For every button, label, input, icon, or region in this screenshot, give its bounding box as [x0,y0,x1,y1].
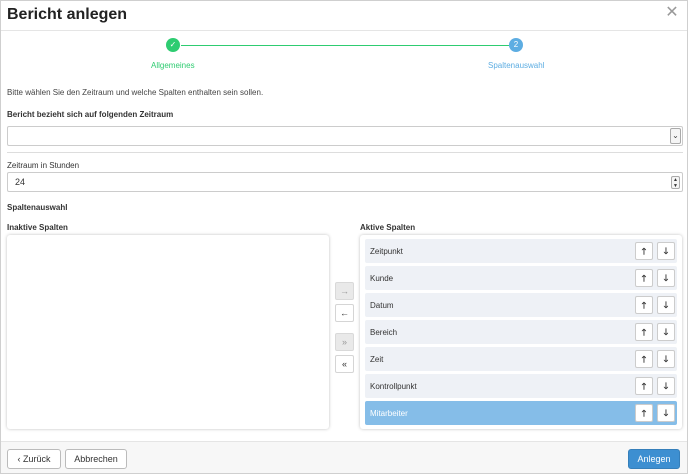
active-column-item-selected[interactable]: Mitarbeiter 🡑 🡓 [365,401,677,425]
column-item-label: Bereich [370,328,398,337]
column-item-label: Datum [370,301,394,310]
double-chevron-left-icon[interactable]: « [335,355,354,373]
arrow-down-icon[interactable]: 🡓 [657,242,675,260]
inactive-columns-list[interactable] [7,235,329,429]
chevron-down-icon[interactable]: ⌄ [670,128,681,144]
intro-text: Bitte wählen Sie den Zeitraum und welche… [7,88,264,97]
active-column-item[interactable]: Zeitpunkt 🡑 🡓 [365,239,677,263]
step-current-marker: 2 [509,38,523,52]
active-columns-list: Zeitpunkt 🡑 🡓 Kunde 🡑 🡓 Datum 🡑 🡓 Bereic… [360,235,682,429]
arrow-up-icon[interactable]: 🡑 [635,242,653,260]
arrow-up-icon[interactable]: 🡑 [635,296,653,314]
arrow-up-icon[interactable]: 🡑 [635,350,653,368]
dialog-header: Bericht anlegen ✕ [1,1,687,31]
hours-input[interactable] [7,172,683,192]
back-button[interactable]: ‹ Zurück [7,449,61,469]
hours-label: Zeitraum in Stunden [7,161,80,170]
arrow-down-icon[interactable]: 🡓 [657,296,675,314]
cancel-button[interactable]: Abbrechen [65,449,127,469]
close-icon[interactable]: ✕ [665,5,679,21]
inactive-columns-label: Inaktive Spalten [7,223,68,232]
columns-section-title: Spaltenauswahl [7,203,68,212]
arrow-down-icon[interactable]: 🡓 [657,404,675,422]
dialog-footer: ‹ Zurück Abbrechen Anlegen [1,441,687,473]
active-column-item[interactable]: Kontrollpunkt 🡑 🡓 [365,374,677,398]
active-column-item[interactable]: Datum 🡑 🡓 [365,293,677,317]
double-chevron-right-icon[interactable]: » [335,333,354,351]
arrow-left-icon[interactable]: ← [335,304,354,322]
arrow-up-icon[interactable]: 🡑 [635,404,653,422]
dialog-title: Bericht anlegen [7,6,128,23]
arrow-right-icon[interactable]: → [335,282,354,300]
column-item-label: Zeit [370,355,384,364]
report-dialog: Bericht anlegen ✕ ✓ 2 Allgemeines Spalte… [0,0,688,474]
column-item-label: Zeitpunkt [370,247,403,256]
stepper: ✓ 2 Allgemeines Spaltenauswahl [1,36,687,72]
divider [7,152,683,153]
arrow-up-icon[interactable]: 🡑 [635,377,653,395]
active-column-item[interactable]: Bereich 🡑 🡓 [365,320,677,344]
arrow-down-icon[interactable]: 🡓 [657,323,675,341]
column-item-label: Kontrollpunkt [370,382,417,391]
stepper-progress-line [181,45,509,46]
column-item-label: Mitarbeiter [370,409,408,418]
period-select[interactable]: ⌄ [7,126,683,146]
arrow-up-icon[interactable]: 🡑 [635,269,653,287]
step-label-allgemeines[interactable]: Allgemeines [151,61,195,70]
arrow-down-icon[interactable]: 🡓 [657,377,675,395]
active-column-item[interactable]: Kunde 🡑 🡓 [365,266,677,290]
step-done-check-icon: ✓ [166,38,180,52]
active-column-item[interactable]: Zeit 🡑 🡓 [365,347,677,371]
active-columns-label: Aktive Spalten [360,223,416,232]
arrow-down-icon[interactable]: 🡓 [657,269,675,287]
arrow-up-icon[interactable]: 🡑 [635,323,653,341]
period-label: Bericht bezieht sich auf folgenden Zeitr… [7,110,174,119]
step-label-spaltenauswahl: Spaltenauswahl [488,61,545,70]
create-button[interactable]: Anlegen [628,449,680,469]
spinner-icon[interactable]: ▲ ▼ [671,176,680,189]
column-item-label: Kunde [370,274,394,283]
arrow-down-icon[interactable]: 🡓 [657,350,675,368]
